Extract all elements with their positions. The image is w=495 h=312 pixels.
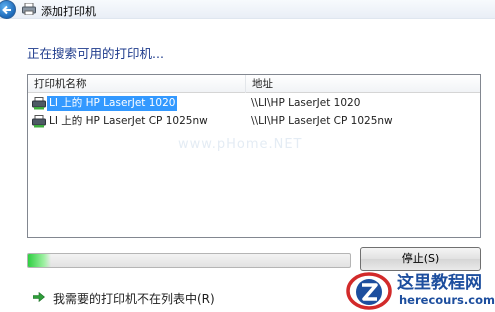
column-header-printer-name[interactable]: 打印机名称: [28, 75, 246, 93]
logo-url: herecours.com: [399, 293, 495, 307]
watermark: www.pHome.NET: [178, 137, 303, 152]
column-header-address[interactable]: 地址: [246, 75, 480, 93]
printer-row[interactable]: LI 上的 HP LaserJet CP 1025nw \\LI\HP Lase…: [29, 113, 479, 130]
back-button[interactable]: [0, 0, 16, 19]
progress-fill: [28, 254, 51, 267]
printer-icon: [22, 3, 36, 15]
title-bar: 添加打印机: [0, 0, 495, 19]
printer-address: \\LI\HP LaserJet CP 1025nw: [251, 115, 393, 127]
printer-row[interactable]: LI 上的 HP LaserJet 1020 \\LI\HP LaserJet …: [29, 95, 479, 112]
printer-address: \\LI\HP LaserJet 1020: [251, 97, 361, 109]
z-logo-icon: [346, 272, 392, 310]
green-arrow-icon: [33, 292, 45, 302]
list-header: 打印机名称 地址: [28, 75, 480, 93]
back-arrow-icon: [2, 5, 11, 15]
printer-icon: [32, 115, 46, 128]
search-status-heading: 正在搜索可用的打印机...: [27, 46, 164, 61]
printer-name: LI 上的 HP LaserJet CP 1025nw: [49, 115, 208, 127]
printer-name: LI 上的 HP LaserJet 1020: [47, 96, 178, 111]
search-progress-bar: [27, 253, 351, 268]
site-logo: 这里教程网 herecours.com: [345, 268, 495, 312]
printer-list[interactable]: 打印机名称 地址 LI 上的 HP LaserJet 1020 \\LI\HP …: [27, 74, 481, 238]
logo-title: 这里教程网: [397, 273, 482, 293]
printer-icon: [32, 97, 46, 110]
window-title: 添加打印机: [41, 5, 96, 18]
printer-not-listed-link[interactable]: 我需要的打印机不在列表中(R): [53, 290, 215, 307]
